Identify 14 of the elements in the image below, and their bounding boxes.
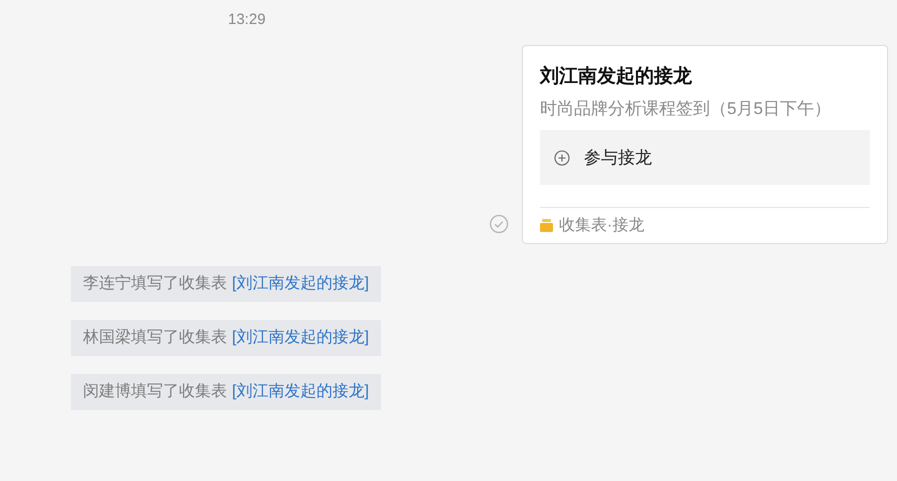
notice-link[interactable]: [刘江南发起的接龙] (232, 272, 369, 296)
join-button[interactable]: 参与接龙 (540, 130, 870, 185)
notice-link[interactable]: [刘江南发起的接龙] (232, 380, 369, 404)
notice-text: 林国梁填写了收集表 (83, 328, 227, 348)
notice-link[interactable]: [刘江南发起的接龙] (232, 326, 369, 350)
plus-circle-icon (554, 150, 570, 166)
timestamp: 13:29 (228, 11, 266, 28)
card-source-label: 收集表·接龙 (559, 216, 644, 236)
notice-text: 李连宁填写了收集表 (83, 274, 227, 294)
notice-text: 闵建博填写了收集表 (83, 382, 227, 402)
card-subtitle: 时尚品牌分析课程签到（5月5日下午） (540, 98, 832, 120)
card-title: 刘江南发起的接龙 (540, 64, 693, 89)
message-card[interactable]: 刘江南发起的接龙 时尚品牌分析课程签到（5月5日下午） 参与接龙 收集表·接龙 (522, 45, 888, 244)
stack-icon (540, 219, 553, 232)
